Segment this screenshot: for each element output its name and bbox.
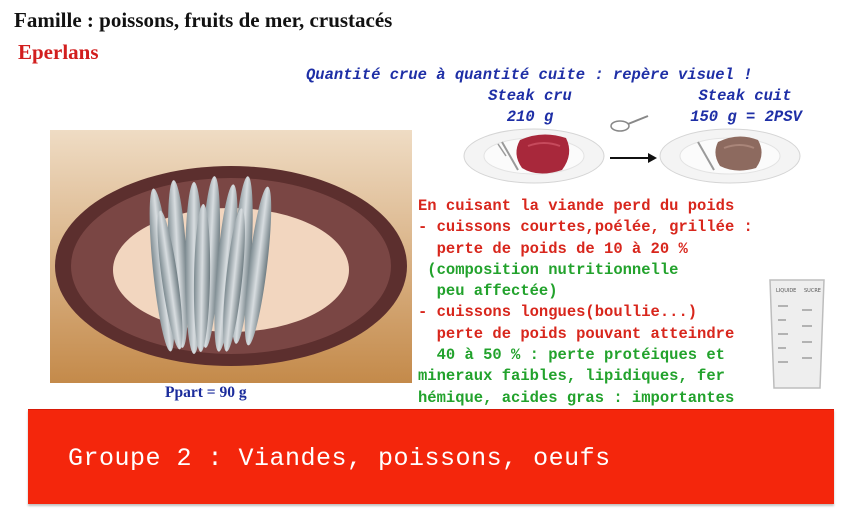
note-line: - cuissons courtes,poélée, grillée : <box>418 218 753 237</box>
cooking-notes: En cuisant la viande perd du poids - cui… <box>418 196 753 409</box>
portion-size: Ppart = 90 g <box>165 384 247 401</box>
visual-guide-title: Quantité crue à quantité cuite : repère … <box>306 66 753 84</box>
note-line: 40 à 50 % : perte protéiques et <box>418 346 725 365</box>
note-line: mineraux faibles, lipidiques, fer <box>418 367 725 386</box>
arrow-right-icon <box>610 153 657 163</box>
note-line: En cuisant la viande perd du poids <box>418 197 735 215</box>
cooked-steak-plate <box>659 128 801 184</box>
beaker-label-left: LIQUIDE <box>776 288 796 294</box>
food-group-label: Groupe 2 : Viandes, poissons, oeufs <box>68 444 611 473</box>
smelt-fish-plate-image <box>50 130 412 383</box>
note-line: hémique, acides gras : importantes <box>418 388 735 407</box>
beaker-label-right: SUCRE <box>804 288 821 294</box>
raw-steak-label: Steak cru <box>488 87 572 105</box>
family-heading: Famille : poissons, fruits de mer, crust… <box>14 8 393 32</box>
note-line: perte de poids de 10 à 20 % <box>418 239 688 258</box>
pan-icon <box>610 115 649 132</box>
note-line: (composition nutritionnelle <box>418 260 679 279</box>
food-group-banner: Groupe 2 : Viandes, poissons, oeufs <box>28 409 834 504</box>
cooked-steak-label: Steak cuit <box>698 87 792 105</box>
species-title: Eperlans <box>18 40 99 64</box>
note-line: perte de poids pouvant atteindre <box>418 324 735 343</box>
raw-steak-plate <box>463 128 605 184</box>
measuring-cup-image: LIQUIDE SUCRE <box>769 279 825 389</box>
steak-comparison-image <box>463 115 801 184</box>
note-line: - cuissons longues(boullie...) <box>418 303 698 322</box>
note-line: peu affectée) <box>418 282 558 301</box>
